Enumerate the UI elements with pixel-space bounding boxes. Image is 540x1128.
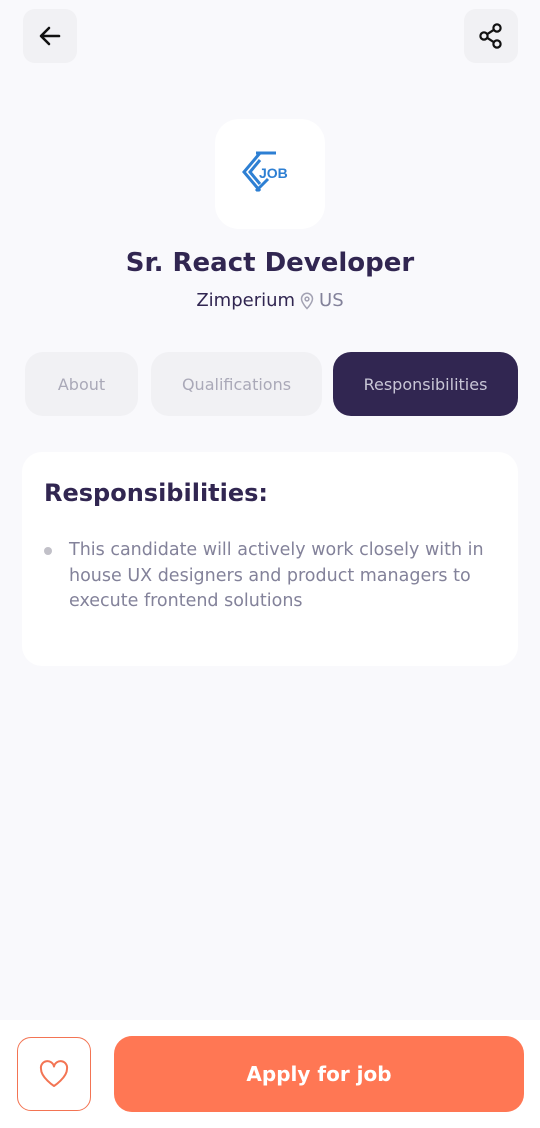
section-heading: Responsibilities: [44,479,269,507]
back-button[interactable] [23,9,77,63]
company-location-row: Zimperium US [0,288,540,314]
arrow-left-icon [37,23,63,49]
job-logo-icon: JOB [242,151,288,193]
tab-responsibilities[interactable]: Responsibilities [333,352,518,416]
like-button[interactable] [17,1037,91,1111]
share-button[interactable] [464,9,518,63]
share-icon [477,22,505,50]
responsibilities-card: Responsibilities: This candidate will ac… [22,452,518,666]
tab-about-label: About [57,374,106,394]
list-item: This candidate will actively work closel… [69,540,484,611]
location-pin-icon [299,292,315,310]
tab-qualifications[interactable]: Qualifications [151,352,322,416]
footer-bar: Apply for job [0,1020,540,1128]
job-title: Sr. React Developer [125,248,415,278]
location-text: US [319,290,344,311]
company-logo: JOB [215,119,325,229]
bullet-dot [44,547,52,555]
tab-about[interactable]: About [25,352,138,416]
company-name: Zimperium [196,290,296,311]
apply-button[interactable]: Apply for job [114,1036,524,1112]
apply-button-label: Apply for job [246,1062,392,1086]
heart-outline-icon [38,1059,70,1089]
tab-responsibilities-label: Responsibilities [363,374,488,394]
tab-qualifications-label: Qualifications [181,374,292,394]
svg-text:JOB: JOB [259,165,288,181]
